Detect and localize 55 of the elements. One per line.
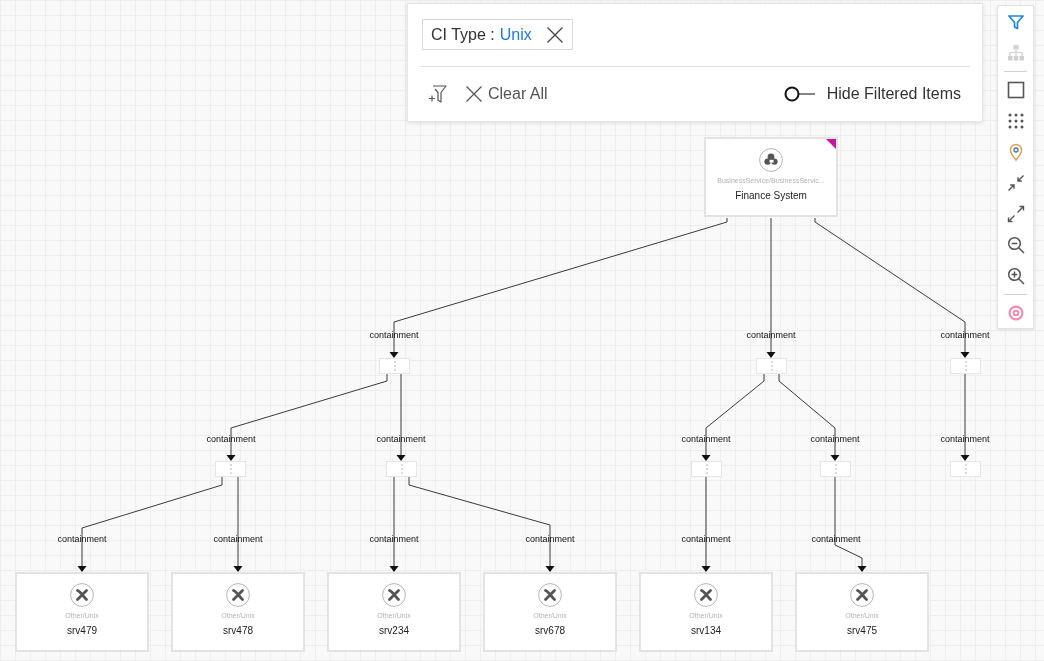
square-icon [1006, 80, 1025, 99]
add-filter-icon [428, 84, 448, 104]
expand-arrows-icon [1006, 204, 1025, 223]
vertical-dots-icon [964, 464, 967, 474]
ci-name: srv478 [223, 625, 253, 637]
circled-x-icon [850, 583, 874, 607]
circled-x-icon [226, 583, 250, 607]
vertical-dots-icon [229, 464, 232, 474]
edge-label: containment [940, 434, 990, 445]
target-icon [1006, 303, 1025, 322]
toggle-label: Hide Filtered Items [826, 85, 961, 103]
ci-name: Finance System [735, 190, 807, 202]
edge-label: containment [940, 330, 990, 341]
ci-name: srv678 [535, 625, 565, 637]
clear-all-button[interactable]: Clear All [465, 85, 548, 103]
collapse-arrows-icon [1006, 173, 1025, 192]
edge-label: containment [376, 434, 426, 445]
edge-label: containment [213, 534, 263, 545]
circled-x-icon [694, 583, 718, 607]
vertical-dots-icon [393, 361, 396, 371]
ci-name: srv134 [691, 625, 721, 637]
close-icon [465, 85, 483, 103]
vertical-dots-icon [770, 361, 773, 371]
add-filter-button[interactable] [428, 84, 448, 104]
edge-label: containment [369, 534, 419, 545]
close-icon [545, 25, 564, 44]
vertical-dots-icon [400, 464, 403, 474]
vertical-dots-icon [834, 464, 837, 474]
toggle-switch[interactable] [783, 86, 816, 102]
edge-label: containment [811, 534, 861, 545]
circled-x-icon [70, 583, 94, 607]
hierarchy-icon [1006, 43, 1025, 62]
ci-name: srv475 [847, 625, 877, 637]
filter-chip-label: CI Type : [431, 25, 495, 44]
filter-icon [1006, 12, 1025, 31]
ci-name: srv234 [379, 625, 409, 637]
circled-x-icon [382, 583, 406, 607]
dot-grid-icon [1006, 111, 1025, 130]
edge-label: containment [810, 434, 860, 445]
edge-label: containment [681, 534, 731, 545]
filter-chip-value: Unix [499, 25, 532, 44]
vertical-dots-icon [705, 464, 708, 474]
circled-x-icon [538, 583, 562, 607]
edge-label: containment [746, 330, 796, 341]
edge-label: containment [57, 534, 107, 545]
zoom-out-icon [1006, 235, 1025, 254]
edge-label: containment [206, 434, 256, 445]
vertical-dots-icon [964, 361, 967, 371]
circled-cluster-icon [759, 148, 783, 172]
edge-label: containment [525, 534, 575, 545]
edge-label: containment [369, 330, 419, 341]
ci-name: srv479 [67, 625, 97, 637]
zoom-in-icon [1006, 266, 1025, 285]
edge-label: containment [681, 434, 731, 445]
remove-filter-button[interactable] [545, 25, 564, 44]
